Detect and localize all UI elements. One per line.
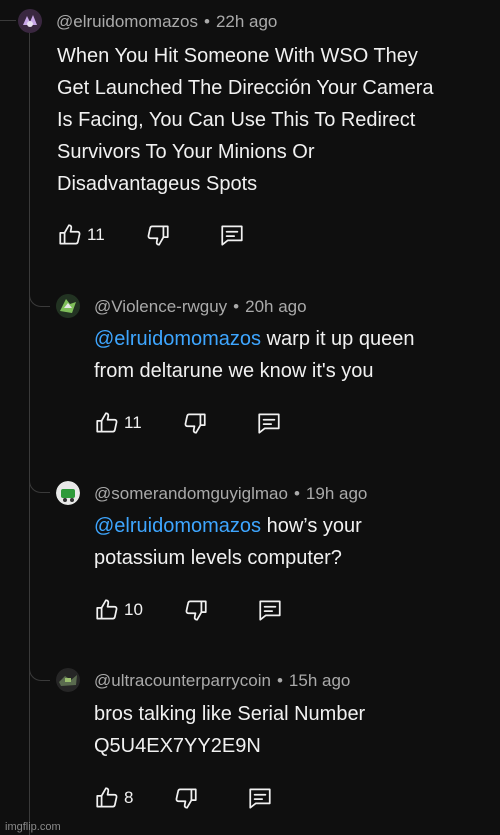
- thread-line: [29, 32, 30, 835]
- dislike-button[interactable]: [173, 785, 199, 811]
- meta-separator: •: [293, 484, 300, 503]
- timestamp[interactable]: 19h ago: [306, 484, 367, 503]
- dislike-button[interactable]: [182, 410, 208, 436]
- comment-line: Get Launched The Dirección Your Camera: [57, 77, 434, 99]
- thread-connector: [0, 20, 16, 21]
- like-button[interactable]: 11: [57, 222, 105, 248]
- reply-icon: [257, 597, 283, 623]
- timestamp[interactable]: 15h ago: [289, 671, 350, 690]
- reply-line-text: warp it up queen: [261, 328, 415, 350]
- reply-line: potassium levels computer?: [94, 547, 342, 569]
- reply-line: bros talking like Serial Number: [94, 703, 366, 725]
- comment-line: Is Facing, You Can Use This To Redirect: [57, 109, 416, 131]
- reply-meta: @Violence-rwguy • 20h ago: [94, 297, 307, 317]
- reply-actions: 10: [94, 597, 283, 623]
- avatar[interactable]: [56, 294, 80, 318]
- timestamp[interactable]: 22h ago: [216, 12, 277, 31]
- avatar[interactable]: [56, 481, 80, 505]
- like-count: 11: [87, 225, 105, 244]
- like-count: 10: [124, 600, 143, 619]
- like-button[interactable]: 11: [94, 410, 142, 436]
- reply-actions: 8: [94, 785, 273, 811]
- meta-separator: •: [233, 297, 240, 316]
- dislike-icon: [173, 785, 199, 811]
- mention-link[interactable]: @elruidomomazos: [94, 328, 261, 350]
- like-count: 8: [124, 788, 134, 807]
- mention-link[interactable]: @elruidomomazos: [94, 515, 261, 537]
- comment-line: Survivors To Your Minions Or: [57, 141, 315, 163]
- reply-button[interactable]: [247, 785, 273, 811]
- like-count: 11: [124, 413, 142, 432]
- like-icon: [94, 410, 120, 436]
- reply-text: bros talking like Serial Number Q5U4EX7Y…: [94, 698, 365, 762]
- reply-icon: [219, 222, 245, 248]
- reply-connector: [29, 272, 50, 307]
- watermark: imgflip.com: [5, 821, 61, 833]
- avatar[interactable]: [56, 668, 80, 692]
- like-button[interactable]: 10: [94, 597, 143, 623]
- reply-text: @elruidomomazos how’s your potassium lev…: [94, 510, 362, 574]
- reply-meta: @ultracounterparrycoin • 15h ago: [94, 671, 350, 691]
- author-name[interactable]: @ultracounterparrycoin: [94, 671, 271, 690]
- dislike-icon: [183, 597, 209, 623]
- author-name[interactable]: @somerandomguyiglmao: [94, 484, 288, 503]
- like-button[interactable]: 8: [94, 785, 133, 811]
- avatar-image: [18, 9, 42, 33]
- dislike-icon: [145, 222, 171, 248]
- author-name[interactable]: @elruidomomazos: [56, 12, 198, 31]
- reply-actions: 11: [94, 410, 282, 436]
- reply-line: Q5U4EX7YY2E9N: [94, 735, 261, 757]
- reply-button[interactable]: [257, 597, 283, 623]
- like-icon: [94, 597, 120, 623]
- timestamp[interactable]: 20h ago: [245, 297, 306, 316]
- comment-meta: @elruidomomazos • 22h ago: [56, 12, 277, 32]
- comment-line: Disadvantageus Spots: [57, 173, 258, 195]
- reply-connector: [29, 460, 50, 493]
- reply-line: from deltarune we know it's you: [94, 360, 374, 382]
- reply-button[interactable]: [256, 410, 282, 436]
- reply-line-text: how’s your: [261, 515, 362, 537]
- dislike-button[interactable]: [145, 222, 171, 248]
- reply-button[interactable]: [219, 222, 245, 248]
- reply-connector: [29, 648, 50, 681]
- comment-actions: 11: [57, 222, 245, 248]
- dislike-button[interactable]: [183, 597, 209, 623]
- author-name[interactable]: @Violence-rwguy: [94, 297, 227, 316]
- like-icon: [57, 222, 83, 248]
- reply-line: @elruidomomazos warp it up queen: [94, 323, 414, 355]
- avatar-image: [56, 668, 80, 692]
- dislike-icon: [182, 410, 208, 436]
- avatar[interactable]: [18, 9, 42, 33]
- meta-separator: •: [203, 12, 210, 31]
- reply-icon: [256, 410, 282, 436]
- comment-line: When You Hit Someone With WSO They: [57, 45, 418, 67]
- comment-text: When You Hit Someone With WSO They Get L…: [57, 40, 434, 200]
- avatar-image: [56, 481, 80, 505]
- reply-line: @elruidomomazos how’s your: [94, 510, 362, 542]
- like-icon: [94, 785, 120, 811]
- reply-meta: @somerandomguyiglmao • 19h ago: [94, 484, 367, 504]
- reply-text: @elruidomomazos warp it up queen from de…: [94, 323, 414, 387]
- reply-icon: [247, 785, 273, 811]
- meta-separator: •: [276, 671, 283, 690]
- avatar-image: [56, 294, 80, 318]
